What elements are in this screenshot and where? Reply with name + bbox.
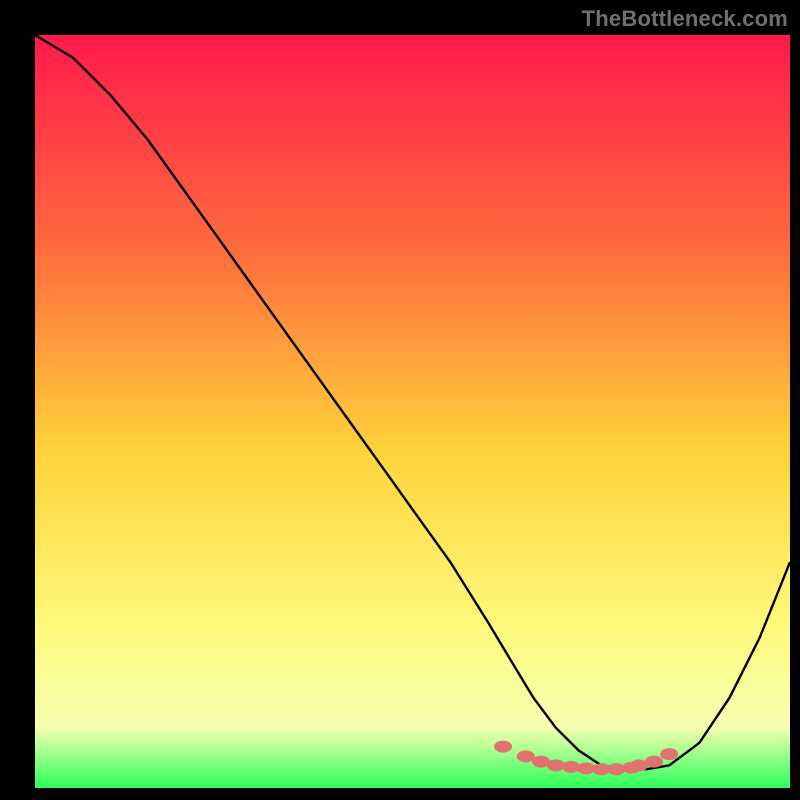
marker-dot	[562, 761, 580, 773]
marker-dot	[547, 759, 565, 771]
marker-dot	[660, 748, 678, 760]
watermark-text: TheBottleneck.com	[582, 6, 788, 32]
chart-svg	[0, 0, 800, 800]
marker-dot	[494, 741, 512, 753]
chart-canvas: TheBottleneck.com	[0, 0, 800, 800]
plot-background	[35, 35, 790, 788]
marker-dot	[607, 763, 625, 775]
marker-dot	[645, 756, 663, 768]
